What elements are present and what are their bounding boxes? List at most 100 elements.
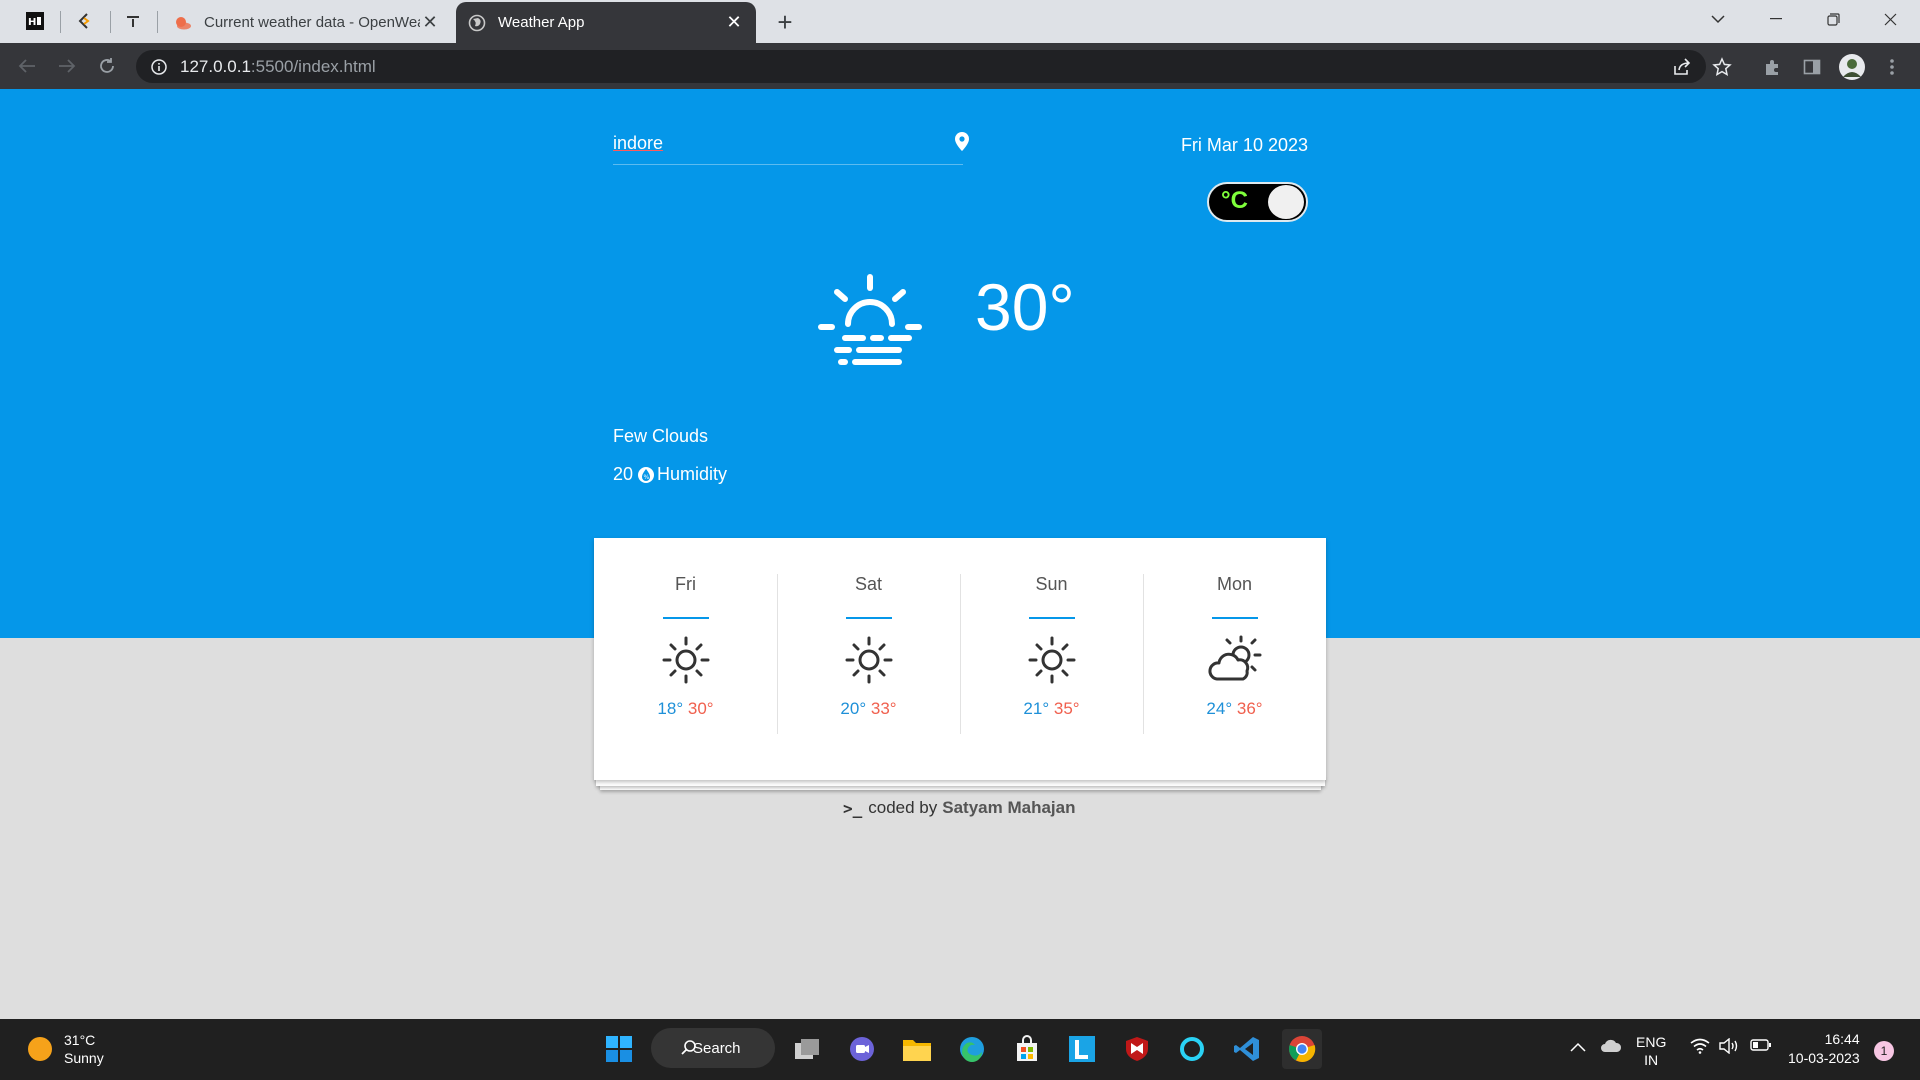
task-view-button[interactable] xyxy=(787,1029,827,1069)
file-explorer-button[interactable] xyxy=(897,1029,937,1069)
pinned-tab-download[interactable] xyxy=(118,8,148,34)
region-code: IN xyxy=(1644,1052,1659,1068)
tab-title: Current weather data - OpenWeather xyxy=(204,14,420,31)
puzzle-icon xyxy=(1766,60,1778,75)
forecast-card: Fri 18° 30° Sat 20° 33° Sun 21° 35° Mon … xyxy=(594,538,1326,780)
chrome-icon xyxy=(1289,1036,1316,1062)
taskbar-weather-widget[interactable]: 31°C Sunny xyxy=(28,1031,104,1067)
arrow-right-icon xyxy=(59,59,76,73)
close-tab-icon[interactable]: ✕ xyxy=(724,12,744,33)
cortana-ring-icon xyxy=(1180,1037,1204,1061)
browser-tab-strip: H Current weather data - OpenWeather ✕ W… xyxy=(0,0,1920,43)
globe-favicon-icon xyxy=(468,14,486,32)
forecast-day: Fri 18° 30° xyxy=(594,574,777,780)
credit-prefix: coded by xyxy=(868,798,938,817)
avatar xyxy=(1839,54,1865,80)
notification-badge[interactable]: 1 xyxy=(1874,1041,1894,1061)
forecast-day-name: Fri xyxy=(675,574,696,594)
onedrive-button[interactable] xyxy=(1600,1038,1622,1058)
minimize-button[interactable] xyxy=(1748,4,1804,34)
volume-button[interactable] xyxy=(1718,1037,1740,1058)
mcafee-button[interactable] xyxy=(1117,1029,1157,1069)
forecast-temps: 20° 33° xyxy=(840,699,896,719)
forecast-high: 30° xyxy=(687,699,714,718)
chrome-button[interactable] xyxy=(1282,1029,1322,1069)
edge-button[interactable] xyxy=(952,1029,992,1069)
profile-button[interactable] xyxy=(1838,53,1866,81)
kebab-menu-icon xyxy=(1890,59,1894,75)
current-date: Fri Mar 10 2023 xyxy=(1180,135,1308,155)
forecast-temps: 24° 36° xyxy=(1206,699,1262,719)
svg-text:H: H xyxy=(28,17,36,28)
unit-toggle[interactable]: °C xyxy=(1207,182,1308,222)
restore-button[interactable] xyxy=(1805,4,1861,34)
reload-button[interactable] xyxy=(94,53,120,79)
side-panel-button[interactable] xyxy=(1798,53,1826,81)
tab-title: Weather App xyxy=(498,14,585,31)
tab-openweather[interactable]: Current weather data - OpenWeather ✕ xyxy=(162,2,452,43)
back-button[interactable] xyxy=(14,53,40,79)
network-button[interactable] xyxy=(1690,1038,1710,1058)
sun-icon xyxy=(1028,636,1075,684)
current-temperature: 30° xyxy=(975,270,1075,344)
share-button[interactable] xyxy=(1668,53,1696,81)
cortana-button[interactable] xyxy=(1172,1029,1212,1069)
forecast-high: 35° xyxy=(1053,699,1080,718)
openweather-favicon-icon xyxy=(174,14,192,32)
svg-text:%: % xyxy=(644,474,650,481)
hackerrank-icon: H xyxy=(26,12,44,30)
extensions-button[interactable] xyxy=(1758,53,1786,81)
taskbar: 31°C Sunny Search ENG IN 16:44 10-03-202… xyxy=(0,1019,1920,1080)
search-icon xyxy=(681,1040,696,1055)
pinned-tab-code[interactable] xyxy=(70,8,100,34)
language-code: ENG xyxy=(1636,1034,1667,1050)
address-bar[interactable]: 127.0.0.1:5500/index.html xyxy=(136,50,1706,83)
download-tray-icon xyxy=(127,16,139,27)
start-button[interactable] xyxy=(599,1029,639,1069)
chat-icon xyxy=(850,1037,874,1061)
city-search-input[interactable] xyxy=(613,129,933,154)
forecast-day: Sun 21° 35° xyxy=(960,574,1143,780)
weather-app-page: Fri Mar 10 2023 °C 30° Fe xyxy=(0,89,1920,1019)
forecast-low: 18° xyxy=(657,699,684,718)
close-tab-icon[interactable]: ✕ xyxy=(420,12,440,33)
humidity-label: Humidity xyxy=(657,464,728,484)
code-brackets-icon xyxy=(78,13,90,29)
battery-button[interactable] xyxy=(1750,1038,1772,1056)
lens-app-button[interactable] xyxy=(1062,1029,1102,1069)
tab-weather-app[interactable]: Weather App ✕ xyxy=(456,2,756,43)
forecast-temps: 21° 35° xyxy=(1023,699,1079,719)
forecast-high: 36° xyxy=(1236,699,1263,718)
speaker-icon xyxy=(1719,1037,1738,1055)
forecast-day-name: Sat xyxy=(854,574,883,594)
star-icon xyxy=(1712,57,1732,76)
microsoft-store-button[interactable] xyxy=(1007,1029,1047,1069)
store-icon xyxy=(1017,1035,1037,1061)
location-pin-icon[interactable] xyxy=(953,131,971,153)
new-tab-button[interactable]: + xyxy=(770,7,800,38)
info-icon[interactable] xyxy=(150,58,168,76)
forward-button[interactable] xyxy=(54,53,80,79)
bookmark-button[interactable] xyxy=(1708,53,1736,81)
forecast-high: 33° xyxy=(870,699,897,718)
forecast-day: Sat 20° 33° xyxy=(777,574,960,780)
pinned-tab-hackerrank[interactable]: H xyxy=(20,8,50,34)
taskbar-weather-temp: 31°C xyxy=(64,1032,96,1048)
taskbar-search-button[interactable]: Search xyxy=(651,1028,775,1068)
show-hidden-icons-button[interactable] xyxy=(1570,1038,1586,1056)
url-text: 127.0.0.1:5500/index.html xyxy=(180,56,376,76)
sunrise-haze-icon xyxy=(818,274,922,365)
unit-label: °C xyxy=(1221,187,1248,214)
battery-icon xyxy=(1750,1039,1771,1051)
close-window-button[interactable] xyxy=(1862,4,1918,34)
city-search xyxy=(613,129,969,165)
language-indicator[interactable]: ENG IN xyxy=(1636,1033,1666,1069)
humidity: 20 % Humidity xyxy=(613,464,727,485)
l-app-icon xyxy=(1069,1036,1095,1062)
chrome-menu-button[interactable] xyxy=(1878,53,1906,81)
taskbar-clock[interactable]: 16:44 10-03-2023 xyxy=(1788,1030,1860,1068)
tab-search-button[interactable] xyxy=(1690,4,1746,34)
teams-chat-button[interactable] xyxy=(842,1029,882,1069)
vscode-button[interactable] xyxy=(1227,1029,1267,1069)
weather-condition: Few Clouds xyxy=(613,426,709,446)
